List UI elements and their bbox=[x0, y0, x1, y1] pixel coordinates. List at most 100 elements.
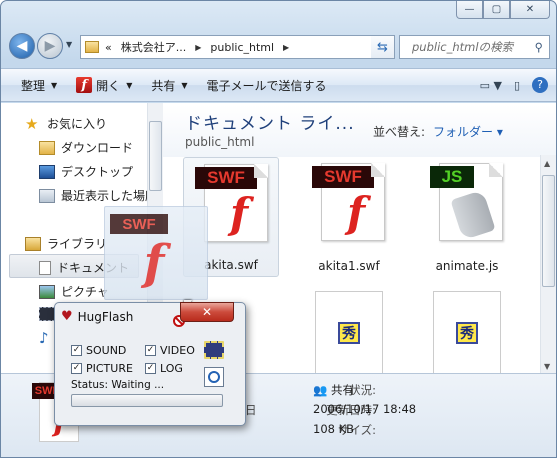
refresh-button[interactable]: ⇆ bbox=[371, 35, 395, 59]
library-icon bbox=[25, 236, 41, 251]
video-checkbox[interactable]: ✓ VIDEO bbox=[145, 344, 195, 357]
breadcrumb-overflow[interactable]: « bbox=[105, 41, 112, 54]
script-scroll-icon bbox=[450, 189, 496, 241]
swf-badge: SWF bbox=[312, 166, 374, 188]
search-placeholder: public_htmlの検索 bbox=[412, 40, 514, 54]
size-value: 108 KB bbox=[313, 422, 355, 436]
js-file-icon: JS bbox=[430, 163, 503, 241]
share-label: 共有 bbox=[151, 78, 176, 93]
open-button[interactable]: f 開く ▼ bbox=[76, 77, 132, 94]
nav-label: ライブラリ bbox=[47, 237, 108, 251]
chevron-down-icon: ▼ bbox=[51, 80, 58, 90]
share-button[interactable]: 共有 ▼ bbox=[151, 77, 187, 94]
videos-icon bbox=[39, 307, 55, 321]
pictures-icon bbox=[39, 284, 55, 299]
downloads-folder-icon bbox=[39, 140, 55, 155]
status-text: Status: Waiting ... bbox=[71, 379, 165, 391]
search-input[interactable]: public_htmlの検索 ⚲ bbox=[399, 35, 550, 59]
command-bar: 整理 ▼ f 開く ▼ 共有 ▼ 電子メールで送信する ▭ ▼ ▯ ? bbox=[1, 68, 556, 102]
refresh-icon: ⇆ bbox=[377, 39, 388, 55]
swf-file-icon: SWF f bbox=[312, 163, 385, 241]
find-file-icon[interactable] bbox=[204, 367, 224, 387]
heart-icon: ♥ bbox=[61, 309, 73, 324]
js-badge: JS bbox=[430, 166, 474, 188]
checkbox-box[interactable]: ✓ bbox=[71, 363, 82, 374]
nav-label: お気に入り bbox=[47, 117, 108, 131]
document-thumbnail: 秀 bbox=[315, 291, 383, 377]
file-tile-animate-js[interactable]: JS animate.js bbox=[419, 157, 515, 277]
nav-scrollbar-thumb[interactable] bbox=[149, 121, 162, 191]
library-title: ドキュメント ライ... bbox=[185, 114, 355, 134]
hugflash-close-button[interactable]: ✕ bbox=[180, 302, 234, 322]
nav-item-pictures[interactable]: ピクチャ bbox=[39, 283, 109, 300]
file-name: animate.js bbox=[435, 259, 499, 273]
checkbox-label: LOG bbox=[160, 362, 183, 375]
arrange-by: 並べ替え: フォルダー ▾ bbox=[373, 123, 503, 140]
search-icon[interactable]: ⚲ bbox=[535, 40, 543, 54]
star-icon: ★ bbox=[25, 114, 39, 133]
flash-icon: f bbox=[346, 188, 366, 237]
recent-places-icon bbox=[39, 188, 55, 203]
nav-item-recent[interactable]: 最近表示した場所 bbox=[39, 187, 157, 204]
view-options-button[interactable]: ▭ ▼ bbox=[480, 79, 502, 92]
nav-item-libraries[interactable]: ライブラリ bbox=[25, 235, 107, 252]
scroll-down-icon[interactable]: ▼ bbox=[544, 362, 550, 371]
hugflash-title-bar: ♥ HugFlash bbox=[61, 309, 133, 324]
nav-item-downloads[interactable]: ダウンロード bbox=[39, 139, 133, 156]
checkbox-box[interactable]: ✓ bbox=[71, 345, 82, 356]
sound-checkbox[interactable]: ✓ SOUND bbox=[71, 344, 126, 357]
checkbox-label: SOUND bbox=[86, 344, 127, 357]
arrange-dropdown[interactable]: フォルダー ▾ bbox=[433, 125, 503, 139]
file-tile-akita1-swf[interactable]: SWF f akita1.swf bbox=[301, 157, 397, 277]
nav-label: 最近表示した場所 bbox=[61, 189, 158, 203]
breadcrumb-company[interactable]: 株式会社ア... bbox=[121, 39, 187, 55]
file-scrollbar[interactable]: ▲ ▼ bbox=[540, 155, 556, 375]
close-button[interactable]: ✕ bbox=[510, 1, 550, 19]
progress-bar bbox=[71, 394, 223, 407]
organize-button[interactable]: 整理 ▼ bbox=[21, 77, 57, 94]
document-thumbnail: 秀 bbox=[433, 291, 501, 377]
breadcrumb-public-html[interactable]: public_html bbox=[210, 41, 274, 54]
library-header: ドキュメント ライ... public_html 並べ替え: フォルダー ▾ bbox=[163, 105, 556, 157]
caption-buttons: — ▢ ✕ bbox=[456, 1, 550, 19]
nav-item-desktop[interactable]: デスクトップ bbox=[39, 163, 133, 180]
preview-pane-button[interactable]: ▯ bbox=[514, 79, 520, 92]
nav-item-favorites[interactable]: ★ お気に入り bbox=[25, 115, 107, 132]
documents-icon bbox=[39, 260, 51, 275]
log-checkbox[interactable]: ✓ LOG bbox=[145, 362, 183, 375]
checkbox-box[interactable]: ✓ bbox=[145, 345, 156, 356]
navigation-bar: ◀ ▶ ▼ « 株式会社ア... ▶ public_html ▶ ▼ ⇆ pub… bbox=[7, 31, 550, 61]
picture-checkbox[interactable]: ✓ PICTURE bbox=[71, 362, 133, 375]
checkbox-box[interactable]: ✓ bbox=[145, 363, 156, 374]
help-button[interactable]: ? bbox=[532, 77, 548, 93]
breadcrumb-arrow-icon[interactable]: ▶ bbox=[195, 43, 201, 52]
swf-file-icon: SWF f bbox=[195, 164, 268, 242]
maximize-button[interactable]: ▢ bbox=[483, 1, 510, 19]
back-arrow-icon: ◀ bbox=[16, 38, 28, 54]
app-icon: 秀 bbox=[456, 322, 478, 344]
app-icon: 秀 bbox=[338, 322, 360, 344]
nav-label: デスクトップ bbox=[61, 165, 134, 179]
address-bar[interactable]: « 株式会社ア... ▶ public_html ▶ ▼ bbox=[80, 35, 388, 59]
chevron-down-icon: ▼ bbox=[126, 80, 133, 90]
breadcrumb-arrow-icon[interactable]: ▶ bbox=[283, 43, 289, 52]
forward-button[interactable]: ▶ bbox=[37, 33, 63, 59]
desktop-icon bbox=[39, 164, 55, 179]
organize-label: 整理 bbox=[21, 78, 46, 93]
history-dropdown-icon[interactable]: ▼ bbox=[66, 40, 72, 49]
swf-badge: SWF bbox=[110, 214, 168, 234]
back-button[interactable]: ◀ bbox=[9, 33, 35, 59]
flash-icon: f bbox=[143, 235, 165, 291]
flash-icon: f bbox=[229, 189, 249, 238]
email-button[interactable]: 電子メールで送信する bbox=[207, 77, 327, 94]
checkbox-label: VIDEO bbox=[160, 344, 195, 357]
flash-icon: f bbox=[76, 77, 93, 93]
minimize-button[interactable]: — bbox=[456, 1, 483, 19]
file-scrollbar-thumb[interactable] bbox=[542, 175, 555, 287]
scroll-up-icon[interactable]: ▲ bbox=[544, 159, 550, 168]
checkbox-label: PICTURE bbox=[86, 362, 133, 375]
share-users-icon: 👥 bbox=[313, 383, 328, 397]
film-icon[interactable] bbox=[204, 341, 224, 359]
status-value: 👥 共有 bbox=[313, 382, 354, 398]
nav-label: ピクチャ bbox=[61, 285, 109, 299]
